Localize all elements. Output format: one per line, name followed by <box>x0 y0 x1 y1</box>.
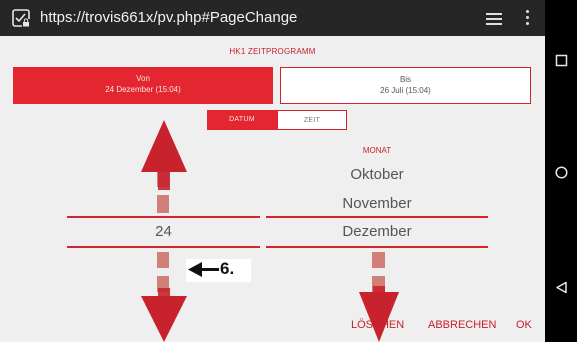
month-picker-bottom-line <box>266 246 488 248</box>
day-option-redacted[interactable] <box>157 276 169 292</box>
page-title: HK1 ZEITPROGRAMM <box>229 47 316 56</box>
month-option-november[interactable]: November <box>266 195 488 212</box>
url-text[interactable]: https://trovis661x/pv.php#PageChange <box>40 9 297 26</box>
browser-address-bar[interactable]: https://trovis661x/pv.php#PageChange <box>0 0 545 36</box>
recents-icon[interactable] <box>555 54 568 67</box>
scroll-down-arrow-month <box>359 286 399 342</box>
month-picker-selected[interactable]: Dezember <box>266 223 488 240</box>
month-option-redacted[interactable] <box>372 252 385 268</box>
from-tile[interactable]: Von 24 Dezember (15:04) <box>13 67 273 104</box>
cancel-button[interactable]: ABBRECHEN <box>428 319 496 331</box>
overflow-menu-icon[interactable] <box>526 10 530 26</box>
to-tile[interactable]: Bis 26 Juli (15:04) <box>280 67 531 104</box>
day-picker-selected[interactable]: 24 <box>67 223 260 240</box>
to-value: 26 Juli (15:04) <box>380 86 431 95</box>
day-picker-top-line <box>67 216 260 218</box>
from-label: Von <box>136 74 150 83</box>
day-option-redacted[interactable] <box>157 195 169 213</box>
annotation-label-box <box>186 259 251 282</box>
day-option-redacted[interactable] <box>157 167 169 187</box>
android-nav-bar <box>545 0 577 342</box>
tabs-icon[interactable] <box>486 13 502 25</box>
month-column-header: MONAT <box>362 146 392 155</box>
to-label: Bis <box>399 75 412 84</box>
app-screen: https://trovis661x/pv.php#PageChange HK1… <box>0 0 545 342</box>
tab-datum[interactable]: DATUM <box>207 110 277 130</box>
day-picker-bottom-line <box>67 246 260 248</box>
ok-button[interactable]: OK <box>516 319 532 331</box>
annotation-step-label: 6. <box>220 259 235 278</box>
home-icon[interactable] <box>555 166 568 179</box>
from-value: 24 Dezember (15:04) <box>105 85 181 94</box>
back-icon[interactable] <box>555 281 568 294</box>
delete-button[interactable]: LÖSCHEN <box>351 319 404 331</box>
scroll-down-arrow-day <box>141 288 187 342</box>
day-option-redacted[interactable] <box>157 252 169 268</box>
tab-zeit[interactable]: ZEIT <box>277 110 347 130</box>
site-info-icon[interactable] <box>12 9 30 27</box>
month-picker-top-line <box>266 216 488 218</box>
month-option-redacted[interactable] <box>372 276 385 292</box>
month-option-october[interactable]: Oktober <box>266 166 488 183</box>
